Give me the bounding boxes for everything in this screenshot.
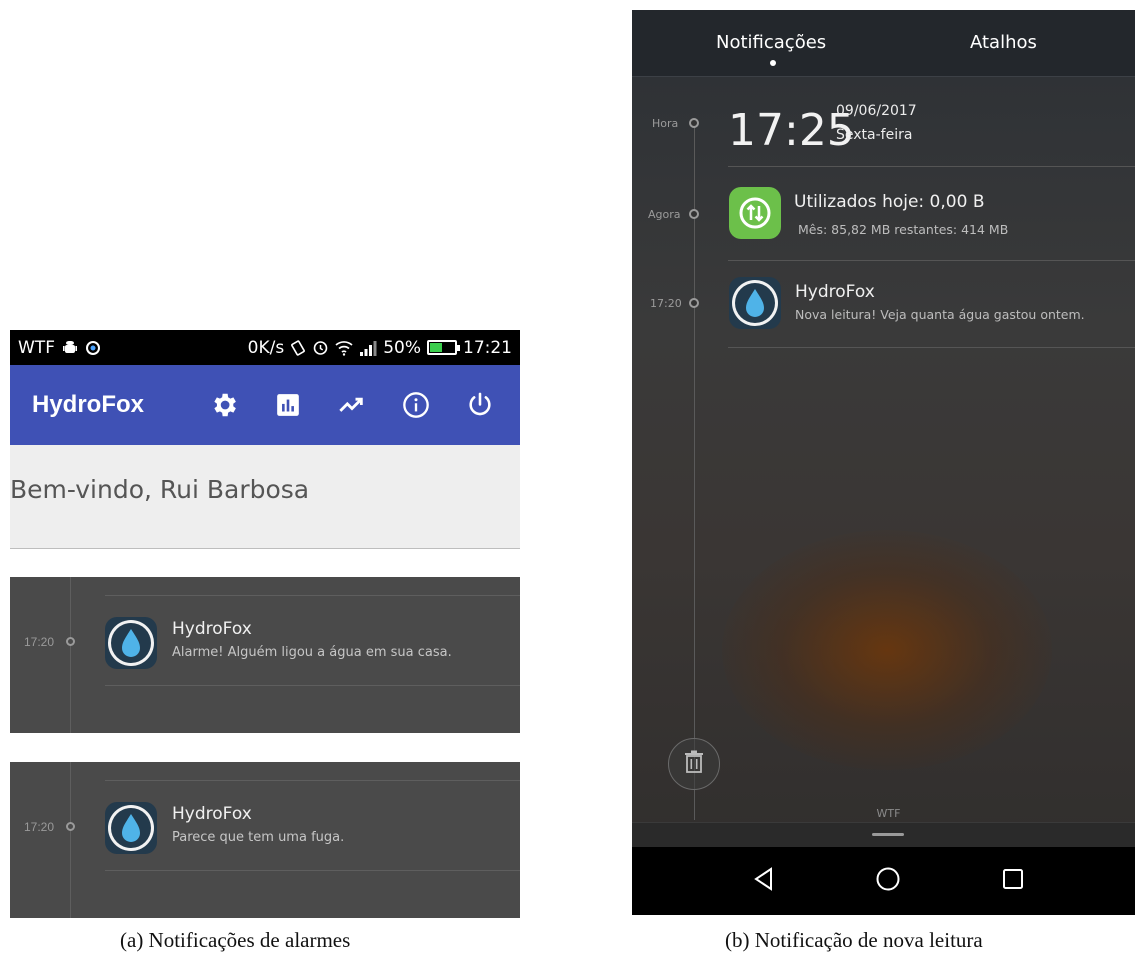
hydrofox-app-icon [105, 802, 157, 854]
bar-chart-icon[interactable] [270, 387, 306, 423]
home-button[interactable] [868, 861, 908, 901]
notification-panel: 17:20 HydroFox Parece que tem uma fuga. [10, 762, 520, 918]
caption-a: (a) Notificações de alarmes [120, 928, 351, 952]
welcome-panel: Bem-vindo, Rui Barbosa [10, 445, 520, 549]
sync-icon [85, 340, 101, 356]
carrier-label: WTF [18, 337, 55, 358]
notification-panel: 17:20 HydroFox Alarme! Alguém ligou a ág… [10, 577, 520, 733]
clock-date: 09/06/2017 [836, 103, 917, 119]
notification-time: 17:20 [24, 635, 55, 649]
notification-text: Parece que tem uma fuga. [172, 830, 345, 845]
recents-icon [1001, 867, 1025, 896]
hydrofox-app-icon [105, 617, 157, 669]
notification-title: HydroFox [172, 619, 252, 639]
power-icon[interactable] [462, 387, 498, 423]
carrier-label: WTF [876, 807, 901, 820]
clock: 17:21 [463, 337, 512, 358]
notification-text: Nova leitura! Veja quanta água gastou on… [795, 307, 1085, 322]
drag-handle-bar[interactable] [632, 822, 1135, 847]
notification-time: 17:20 [650, 297, 682, 310]
wifi-icon [335, 340, 353, 356]
network-speed: 0K/s [247, 337, 285, 358]
back-button[interactable] [744, 861, 784, 901]
battery-percent: 50% [383, 337, 421, 358]
tab-indicator [770, 60, 776, 66]
trending-up-icon[interactable] [334, 387, 370, 423]
alarm-icon [312, 339, 329, 356]
drag-handle[interactable] [872, 833, 904, 836]
back-icon [751, 866, 777, 897]
battery-icon [427, 340, 460, 355]
notification-shade: Notificações Atalhos Hora 17:25 09/06/20… [632, 10, 1135, 915]
signal-icon [359, 340, 377, 356]
notification-text: Alarme! Alguém ligou a água em sua casa. [172, 645, 452, 660]
home-icon [875, 866, 901, 897]
vibrate-icon [290, 339, 306, 356]
settings-icon[interactable] [206, 387, 242, 423]
timeline-label: Agora [648, 208, 681, 221]
notification-title: HydroFox [172, 804, 252, 824]
tab-shortcuts[interactable]: Atalhos [970, 32, 1037, 53]
caption-b: (b) Notificação de nova leitura [725, 928, 983, 952]
clock-weekday: Sexta-feira [836, 127, 913, 143]
navigation-bar [632, 847, 1135, 915]
data-usage-title[interactable]: Utilizados hoje: 0,00 B [794, 192, 984, 212]
app-bar: HydroFox [10, 365, 520, 445]
app-title: HydroFox [32, 391, 145, 418]
status-bar: WTF 0K/s 50% 17:21 [10, 330, 520, 365]
tab-bar: Notificações Atalhos [632, 10, 1135, 77]
trash-icon [683, 750, 705, 779]
welcome-text: Bem-vindo, Rui Barbosa [10, 475, 310, 504]
data-usage-icon [729, 187, 781, 239]
info-icon[interactable] [398, 387, 434, 423]
notification-title[interactable]: HydroFox [795, 282, 875, 302]
clear-all-button[interactable] [668, 738, 720, 790]
data-usage-detail: Mês: 85,82 MB restantes: 414 MB [798, 222, 1009, 237]
tab-notifications[interactable]: Notificações [716, 32, 826, 53]
timeline-label: Hora [652, 117, 679, 130]
notification-time: 17:20 [24, 820, 55, 834]
android-icon [62, 340, 77, 356]
hydrofox-app-icon [729, 277, 781, 329]
recents-button[interactable] [993, 861, 1033, 901]
